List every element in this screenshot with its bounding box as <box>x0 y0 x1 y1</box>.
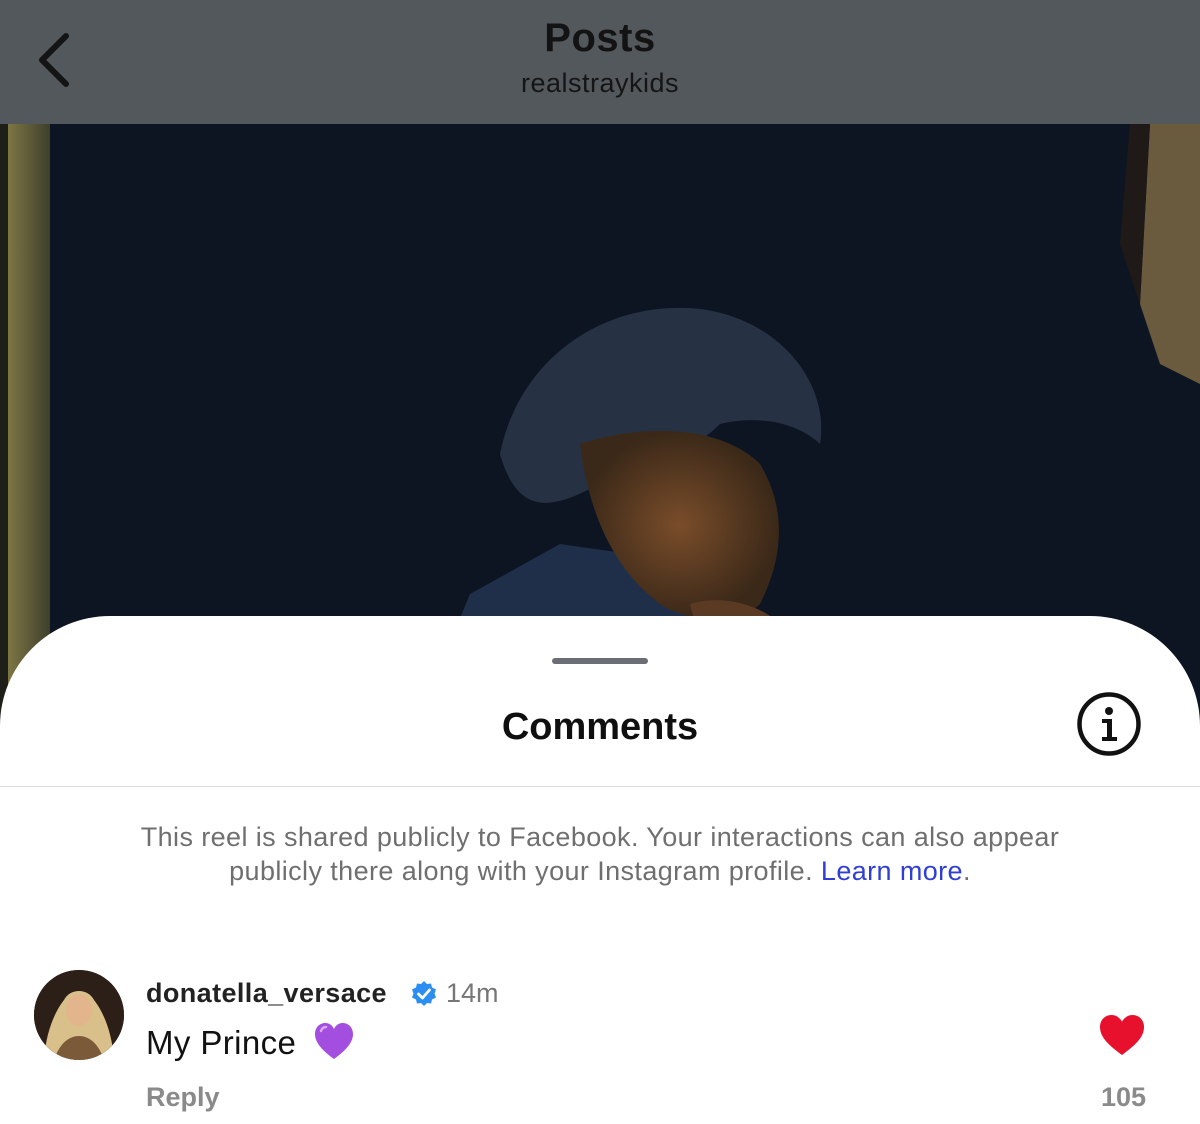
comments-title: Comments <box>501 706 699 748</box>
heart-filled-icon[interactable] <box>1098 1013 1146 1057</box>
comment-timestamp: 14m <box>446 978 499 1008</box>
learn-more-link[interactable]: Learn more <box>821 856 963 886</box>
reply-button[interactable]: Reply <box>146 1082 220 1113</box>
info-circle-icon <box>1077 692 1141 756</box>
top-nav-bar: Posts realstraykids <box>0 0 1200 124</box>
comment-username[interactable]: donatella_versace <box>146 978 387 1009</box>
purple-heart-emoji <box>315 1023 353 1059</box>
avatar-image <box>34 970 124 1060</box>
sheet-drag-handle[interactable] <box>552 658 648 664</box>
header-divider <box>0 786 1200 787</box>
comment-text: My Prince <box>146 1024 297 1061</box>
info-button[interactable] <box>1076 691 1142 757</box>
page-subtitle-username[interactable]: realstraykids <box>0 68 1200 99</box>
page-title: Posts <box>544 16 656 60</box>
verified-badge-icon <box>412 981 436 1006</box>
avatar[interactable] <box>34 970 124 1060</box>
comments-sheet: Comments This reel is shared publicly to… <box>0 616 1200 1124</box>
notice-period: . <box>962 856 971 886</box>
facebook-share-notice: This reel is shared publicly to Facebook… <box>100 820 1100 888</box>
like-count: 105 <box>1100 1082 1146 1112</box>
